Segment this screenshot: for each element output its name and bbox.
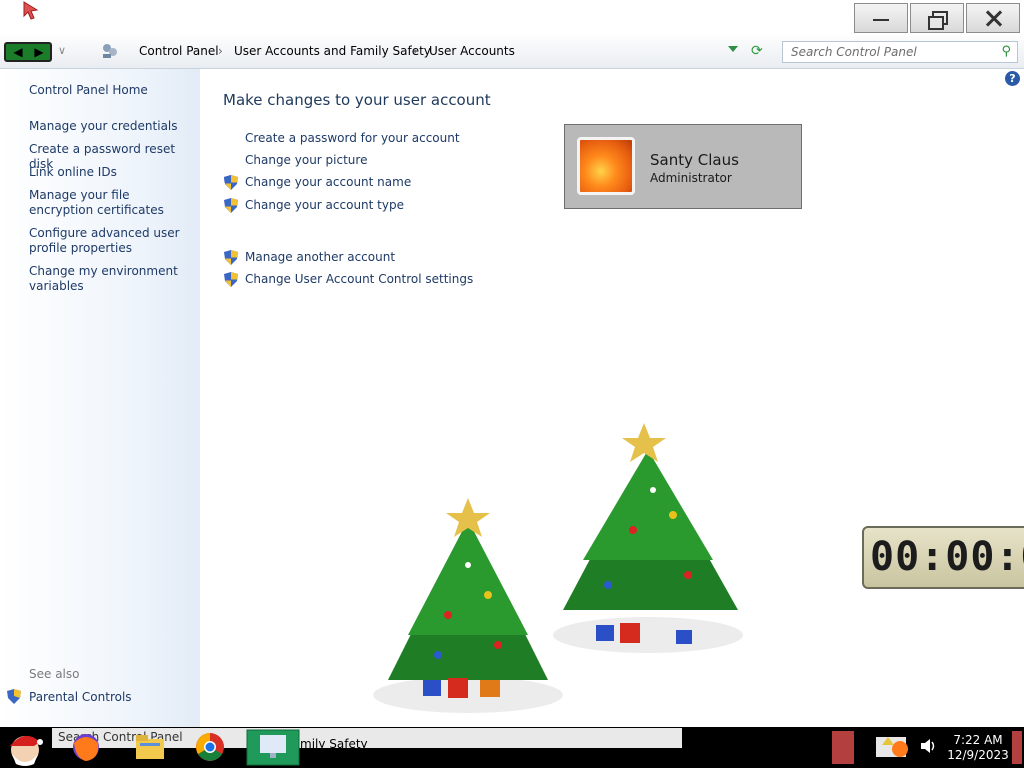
control-panel-taskbar-icon[interactable] <box>246 729 300 766</box>
start-santa-icon[interactable] <box>4 728 46 767</box>
task-create-password[interactable]: Create a password for your account <box>245 131 460 145</box>
taskbar-clock-date[interactable]: 12/9/2023 <box>946 748 1010 762</box>
sidebar-item-parental-controls[interactable]: Parental Controls <box>29 690 189 705</box>
minimize-button[interactable] <box>854 3 908 33</box>
show-desktop-button[interactable] <box>1012 731 1022 764</box>
forward-arrow-icon[interactable]: ▶ <box>29 45 49 59</box>
address-bar: ◀ ▶ ∨ Control Panel › User Accounts and … <box>0 36 1024 69</box>
sidebar-item-link-online-ids[interactable]: Link online IDs <box>29 165 189 180</box>
search-input[interactable]: Search Control Panel ⚲ <box>782 41 1018 63</box>
breadcrumb-separator: › <box>218 44 223 58</box>
search-placeholder: Search Control Panel <box>791 45 917 59</box>
sidebar-item-manage-credentials[interactable]: Manage your credentials <box>29 119 189 134</box>
uac-shield-icon <box>7 689 21 704</box>
breadcrumb-control-panel[interactable]: Control Panel <box>139 44 219 58</box>
see-also-heading: See also <box>29 667 80 681</box>
account-role: Administrator <box>650 171 732 185</box>
chrome-icon[interactable] <box>190 729 230 766</box>
uac-shield-icon <box>224 198 238 213</box>
christmas-tree-decoration <box>373 498 563 713</box>
firefox-icon[interactable] <box>66 729 106 766</box>
sidebar-item-file-encryption[interactable]: Manage your file encryption certificates <box>29 188 189 218</box>
file-explorer-icon[interactable] <box>130 729 170 766</box>
restore-button[interactable] <box>910 3 964 33</box>
uac-shield-icon <box>224 175 238 190</box>
title-bar <box>0 0 1024 36</box>
sidebar-item-control-panel-home[interactable]: Control Panel Home <box>29 83 189 98</box>
page-title: Make changes to your user account <box>223 91 491 109</box>
refresh-icon[interactable]: ⟳ <box>751 43 763 59</box>
uac-shield-icon <box>224 250 238 265</box>
task-change-account-name[interactable]: Change your account name <box>245 175 411 189</box>
back-arrow-icon[interactable]: ◀ <box>8 45 28 59</box>
task-change-picture[interactable]: Change your picture <box>245 153 367 167</box>
mouse-cursor-icon <box>23 1 39 20</box>
christmas-tree-decoration <box>553 423 743 653</box>
clock-digits: 00:00:00 <box>870 534 1024 580</box>
tray-notification-icon[interactable] <box>872 733 912 761</box>
sidebar-item-advanced-profile[interactable]: Configure advanced user profile properti… <box>29 226 189 256</box>
sidebar: Control Panel Home Manage your credentia… <box>0 69 200 727</box>
address-dropdown-icon[interactable] <box>728 46 738 52</box>
volume-icon[interactable] <box>920 738 938 754</box>
task-change-account-type[interactable]: Change your account type <box>245 198 404 212</box>
account-card: Santy Claus Administrator <box>564 124 802 209</box>
close-button[interactable] <box>966 3 1020 33</box>
task-manage-another-account[interactable]: Manage another account <box>245 250 395 264</box>
taskbar-clock-time[interactable]: 7:22 AM <box>948 733 1008 747</box>
help-icon[interactable]: ? <box>1005 71 1020 86</box>
breadcrumb-user-accounts-family-safety[interactable]: User Accounts and Family Safety <box>234 44 431 58</box>
breadcrumb-user-accounts[interactable]: User Accounts <box>429 44 515 58</box>
account-name: Santy Claus <box>650 151 739 169</box>
breadcrumb-separator: › <box>413 44 418 58</box>
tray-color-block <box>832 731 854 764</box>
navigation-buttons[interactable]: ◀ ▶ <box>4 42 52 62</box>
clock-widget: 00:00:00 <box>862 526 1024 589</box>
sidebar-item-environment-variables[interactable]: Change my environment variables <box>29 264 189 294</box>
recent-pages-chevron-icon[interactable]: ∨ <box>58 44 66 57</box>
task-change-uac-settings[interactable]: Change User Account Control settings <box>245 272 473 286</box>
taskbar-window-caption[interactable]: mily Safety <box>300 737 368 751</box>
search-icon[interactable]: ⚲ <box>1001 44 1011 59</box>
account-picture <box>577 137 635 195</box>
uac-shield-icon <box>224 272 238 287</box>
control-panel-icon <box>103 44 117 58</box>
